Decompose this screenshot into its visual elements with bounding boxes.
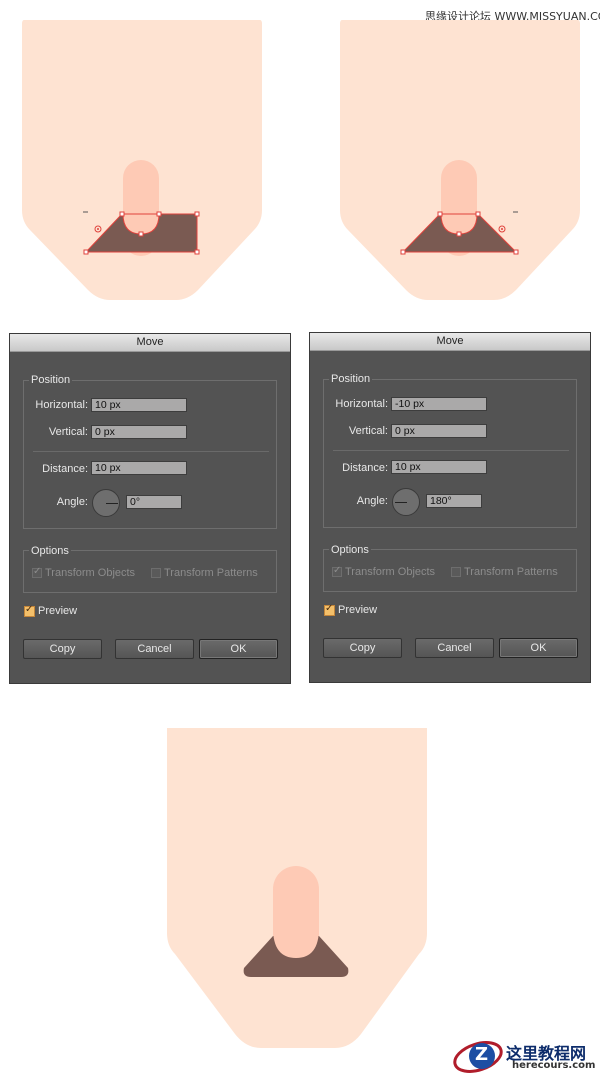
preview-checkbox[interactable]: ✓	[324, 603, 335, 616]
transform-objects-checkbox[interactable]: ✓	[332, 565, 342, 577]
anchor-point	[194, 249, 200, 255]
ok-button[interactable]: OK	[199, 639, 278, 659]
artwork-right	[340, 20, 580, 300]
transform-objects-label: Transform Objects	[45, 567, 136, 579]
cancel-button[interactable]: Cancel	[415, 638, 494, 658]
options-label: Options	[29, 545, 71, 557]
divider	[33, 451, 269, 452]
position-label: Position	[329, 373, 373, 385]
distance-label: Distance:	[42, 463, 88, 475]
move-dialog: Move Position Horizontal: 10 px Vertical…	[9, 333, 291, 684]
anchor-point	[513, 249, 519, 255]
distance-input[interactable]: 10 px	[91, 461, 187, 475]
horizontal-input[interactable]: 10 px	[91, 398, 187, 412]
copy-button[interactable]: Copy	[23, 639, 102, 659]
anchor-point	[194, 211, 200, 217]
anchor-point	[119, 211, 125, 217]
dialog-title: Move	[10, 334, 290, 352]
anchor-point	[400, 249, 406, 255]
dialog-title: Move	[310, 333, 590, 351]
ok-button[interactable]: OK	[499, 638, 578, 658]
body-shape	[22, 20, 262, 300]
artwork-result	[167, 728, 427, 1048]
divider	[333, 450, 569, 451]
preview-checkbox[interactable]: ✓	[24, 604, 35, 617]
horizontal-label: Horizontal:	[335, 398, 388, 410]
transform-patterns-checkbox[interactable]	[451, 567, 461, 577]
artwork-left	[22, 20, 262, 300]
distance-label: Distance:	[342, 462, 388, 474]
angle-dial[interactable]	[392, 488, 420, 516]
anchor-point	[437, 211, 443, 217]
check-mark-icon: ✓	[325, 603, 334, 614]
cancel-button[interactable]: Cancel	[115, 639, 194, 659]
angle-input[interactable]: 180°	[426, 494, 482, 508]
angle-dial[interactable]	[92, 489, 120, 517]
anchor-point	[156, 211, 162, 217]
anchor-point	[475, 211, 481, 217]
anchor-point	[138, 231, 144, 237]
angle-label: Angle:	[356, 495, 388, 507]
vertical-input[interactable]: 0 px	[391, 424, 487, 438]
position-label: Position	[29, 374, 73, 386]
site-logo: Z 这里教程网 herecours.com	[452, 1036, 600, 1076]
vertical-input[interactable]: 0 px	[91, 425, 187, 439]
horizontal-label: Horizontal:	[35, 399, 88, 411]
distance-input[interactable]: 10 px	[391, 460, 487, 474]
angle-input[interactable]: 0°	[126, 495, 182, 509]
transform-objects-checkbox[interactable]: ✓	[32, 566, 42, 578]
anchor-point	[83, 249, 89, 255]
logo-text-en: herecours.com	[512, 1060, 596, 1071]
angle-label: Angle:	[56, 496, 88, 508]
options-label: Options	[329, 544, 371, 556]
preview-label: Preview	[338, 604, 378, 616]
logo-letter: Z	[475, 1044, 489, 1065]
transform-patterns-label: Transform Patterns	[464, 566, 558, 578]
vertical-label: Vertical:	[48, 426, 88, 438]
transform-patterns-label: Transform Patterns	[164, 567, 258, 579]
vertical-label: Vertical:	[348, 425, 388, 437]
check-mark-icon: ✓	[333, 565, 342, 576]
move-dialog: Move Position Horizontal: -10 px Vertica…	[309, 332, 591, 683]
check-mark-icon: ✓	[25, 604, 34, 615]
transform-patterns-checkbox[interactable]	[151, 568, 161, 578]
horizontal-input[interactable]: -10 px	[391, 397, 487, 411]
anchor-point	[456, 231, 462, 237]
transform-objects-label: Transform Objects	[345, 566, 436, 578]
body-shape	[340, 20, 580, 300]
copy-button[interactable]: Copy	[323, 638, 402, 658]
preview-label: Preview	[38, 605, 78, 617]
check-mark-icon: ✓	[33, 566, 42, 577]
